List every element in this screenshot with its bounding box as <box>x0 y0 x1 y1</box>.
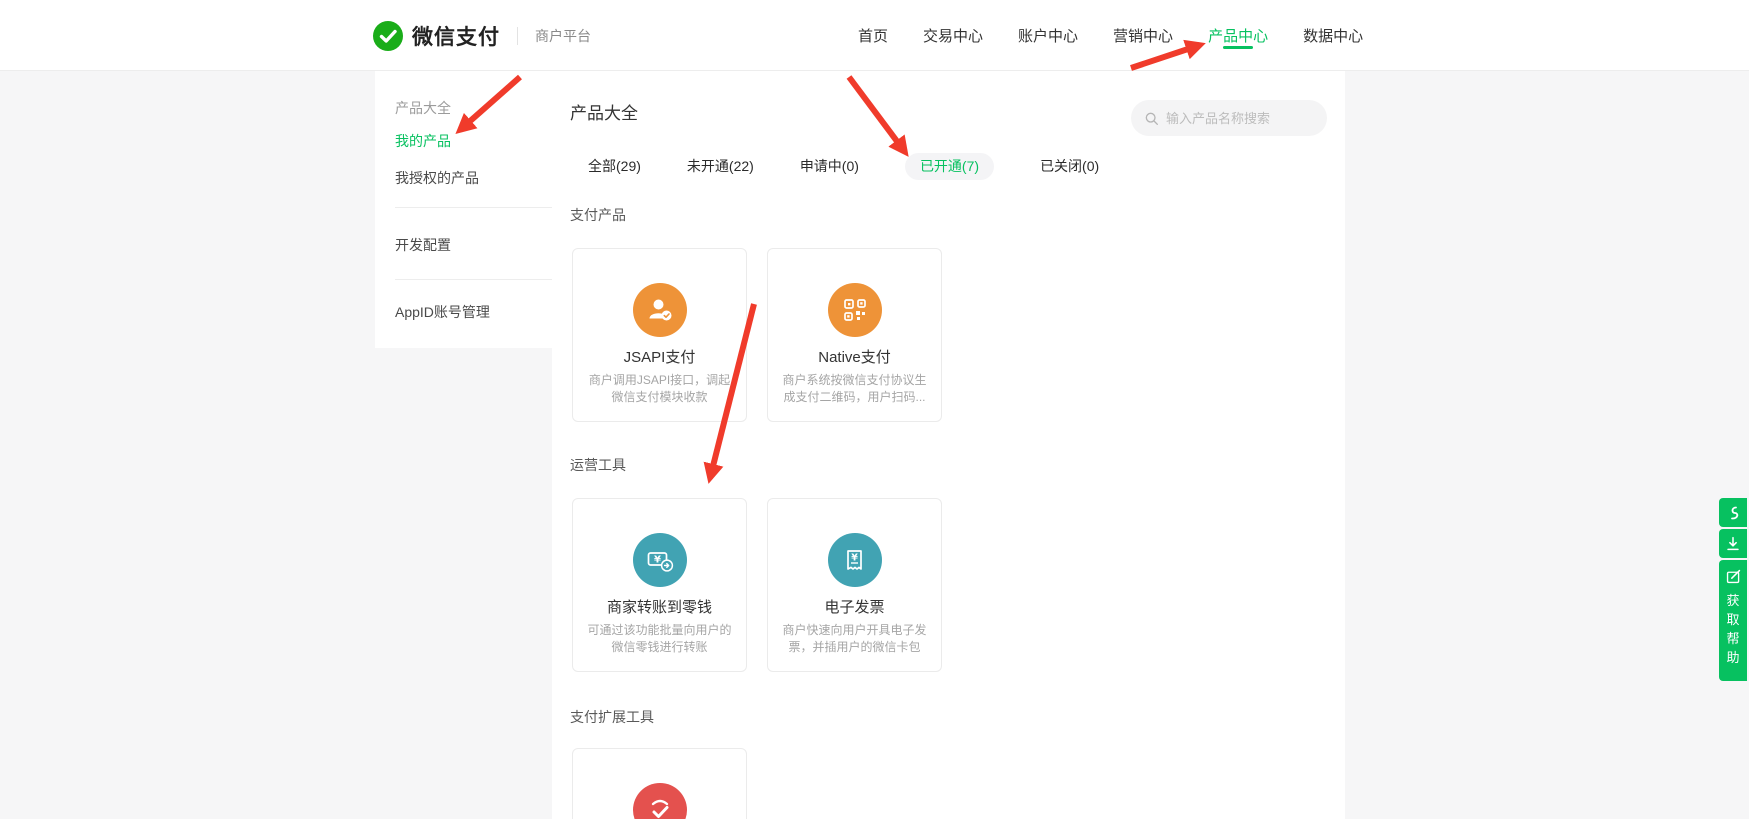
tab-all[interactable]: 全部(29) <box>588 153 641 180</box>
card-row: JSAPI支付 商户调用JSAPI接口，调起微信支付模块收款 <box>572 248 942 422</box>
product-desc: 商户系统按微信支付协议生成支付二维码，用户扫码... <box>781 372 928 406</box>
brand-divider <box>517 27 518 45</box>
brand[interactable]: 微信支付 商户平台 <box>373 0 591 71</box>
section-title-payment-extension-tools: 支付扩展工具 <box>570 707 654 727</box>
card-row: ¥ 商家转账到零钱 可通过该功能批量向用户的微信零钱进行转账 ¥ 电子发票 商户… <box>572 498 942 672</box>
product-name: JSAPI支付 <box>573 346 746 367</box>
qrcode-icon <box>828 283 882 337</box>
product-name: Native支付 <box>768 346 941 367</box>
section-title-operation-tools: 运营工具 <box>570 455 626 475</box>
get-help-label: 获取帮助 <box>1725 591 1741 667</box>
search-input[interactable] <box>1166 111 1316 126</box>
tab-closed[interactable]: 已关闭(0) <box>1040 153 1099 180</box>
product-name: 电子发票 <box>768 596 941 617</box>
nav-item-transaction-center[interactable]: 交易中心 <box>923 0 983 71</box>
product-card-transfer[interactable]: ¥ 商家转账到零钱 可通过该功能批量向用户的微信零钱进行转账 <box>572 498 747 672</box>
product-card-native[interactable]: Native支付 商户系统按微信支付协议生成支付二维码，用户扫码... <box>767 248 942 422</box>
nav-item-marketing-center[interactable]: 营销中心 <box>1113 0 1173 71</box>
wechat-pay-logo-icon <box>373 21 403 51</box>
page-title: 产品大全 <box>570 99 638 124</box>
card-row <box>572 748 747 819</box>
sidebar-item-dev-config[interactable]: 开发配置 <box>395 235 451 255</box>
user-check-icon <box>633 283 687 337</box>
tab-applying[interactable]: 申请中(0) <box>800 153 859 180</box>
sidebar: 产品大全 我的产品 我授权的产品 开发配置 AppID账号管理 <box>375 71 552 348</box>
nav-item-product-center[interactable]: 产品中心 <box>1208 0 1268 71</box>
sidebar-divider <box>395 207 552 208</box>
product-search[interactable] <box>1131 100 1327 136</box>
invoice-icon: ¥ <box>828 533 882 587</box>
banknote-transfer-icon: ¥ <box>633 533 687 587</box>
product-desc: 商户快速向用户开具电子发票，并插用户的微信卡包 <box>781 622 928 656</box>
sidebar-item-my-products[interactable]: 我的产品 <box>395 131 451 151</box>
sidebar-item-all-products[interactable]: 产品大全 <box>395 98 451 118</box>
product-card-red-packet[interactable] <box>572 748 747 819</box>
topbar: 微信支付 商户平台 首页 交易中心 账户中心 营销中心 产品中心 数据中心 <box>0 0 1749 71</box>
sidebar-divider <box>395 279 552 280</box>
sidebar-item-appid-account[interactable]: AppID账号管理 <box>395 302 490 322</box>
nav-item-account-center[interactable]: 账户中心 <box>1018 0 1078 71</box>
tab-activated[interactable]: 已开通(7) <box>905 153 994 180</box>
main-nav: 首页 交易中心 账户中心 营销中心 产品中心 数据中心 <box>858 0 1363 71</box>
nav-item-data-center[interactable]: 数据中心 <box>1303 0 1363 71</box>
product-name: 商家转账到零钱 <box>573 596 746 617</box>
svg-text:¥: ¥ <box>851 553 858 564</box>
nav-item-home[interactable]: 首页 <box>858 0 888 71</box>
search-icon <box>1144 111 1159 126</box>
product-card-einvoice[interactable]: ¥ 电子发票 商户快速向用户开具电子发票，并插用户的微信卡包 <box>767 498 942 672</box>
help-rail: 获取帮助 <box>1719 498 1747 683</box>
product-card-jsapi[interactable]: JSAPI支付 商户调用JSAPI接口，调起微信支付模块收款 <box>572 248 747 422</box>
feedback-icon <box>1725 568 1742 585</box>
product-desc: 可通过该功能批量向用户的微信零钱进行转账 <box>586 622 733 656</box>
sidebar-item-authorized-products[interactable]: 我授权的产品 <box>395 168 479 188</box>
status-tabs: 全部(29) 未开通(22) 申请中(0) 已开通(7) 已关闭(0) <box>588 153 1099 180</box>
svg-text:¥: ¥ <box>654 555 661 566</box>
download-icon <box>1724 535 1742 553</box>
main-panel: 产品大全 全部(29) 未开通(22) 申请中(0) 已开通(7) 已关闭(0)… <box>552 71 1345 819</box>
brand-name: 微信支付 <box>412 21 500 51</box>
section-title-payment-products: 支付产品 <box>570 205 626 225</box>
product-desc: 商户调用JSAPI接口，调起微信支付模块收款 <box>586 372 733 406</box>
download-button[interactable] <box>1719 529 1747 558</box>
link-button[interactable] <box>1719 498 1747 527</box>
red-packet-icon <box>633 783 687 819</box>
get-help-button[interactable]: 获取帮助 <box>1719 560 1747 681</box>
tab-not-activated[interactable]: 未开通(22) <box>687 153 754 180</box>
link-icon <box>1725 504 1741 522</box>
brand-subtitle: 商户平台 <box>535 26 591 46</box>
